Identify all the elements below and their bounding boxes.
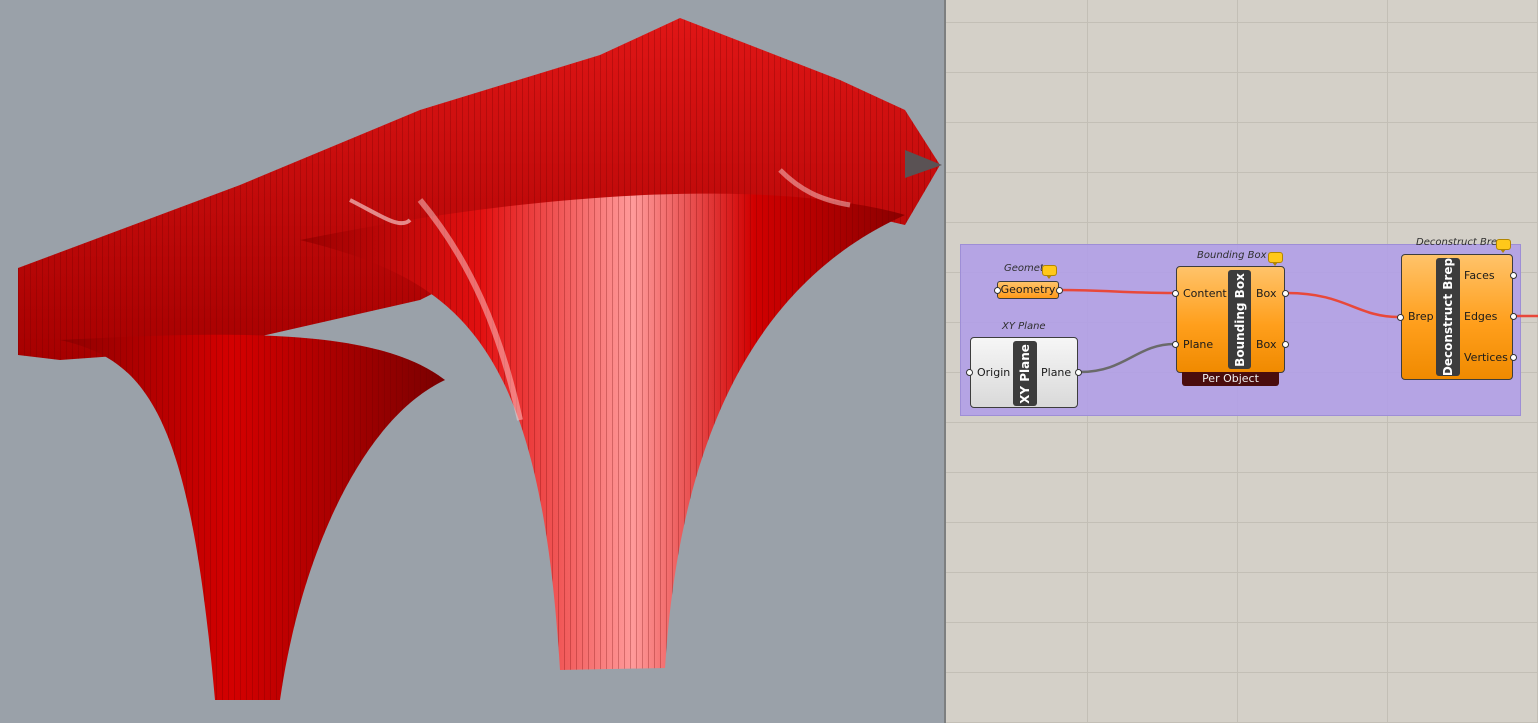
grasshopper-canvas[interactable]: Geomet Geometry XY Plane Origin XY Plane… bbox=[946, 0, 1538, 723]
bounding-box-plane-grip[interactable] bbox=[1172, 341, 1179, 348]
rhino-viewport[interactable] bbox=[0, 0, 944, 723]
bounding-box-box-grip-1[interactable] bbox=[1282, 290, 1289, 297]
deconstruct-brep-title: Deconstruct Brep bbox=[1416, 237, 1504, 248]
bounding-box-title: Bounding Box bbox=[1197, 250, 1267, 261]
xy-plane-component[interactable]: Origin XY Plane Plane bbox=[970, 337, 1078, 408]
deconstruct-brep-faces-grip[interactable] bbox=[1510, 272, 1517, 279]
deconstruct-brep-faces-port: Faces bbox=[1464, 269, 1495, 282]
bounding-box-plane-port: Plane bbox=[1183, 338, 1214, 351]
deconstruct-brep-vertices-grip[interactable] bbox=[1510, 354, 1517, 361]
red-geometry-model bbox=[18, 18, 942, 700]
deconstruct-brep-message-icon[interactable] bbox=[1496, 239, 1511, 253]
wire-box-brep bbox=[1286, 291, 1400, 319]
xy-plane-output-grip[interactable] bbox=[1075, 369, 1082, 376]
bounding-box-box-grip-2[interactable] bbox=[1282, 341, 1289, 348]
wire-plane-plane bbox=[1079, 342, 1176, 374]
deconstruct-brep-edges-port: Edges bbox=[1464, 310, 1498, 323]
bounding-box-nickname: Bounding Box bbox=[1228, 270, 1251, 369]
bounding-box-box-port-2: Box bbox=[1256, 338, 1277, 351]
deconstruct-brep-nickname: Deconstruct Brep bbox=[1436, 258, 1460, 376]
geometry-message-icon[interactable] bbox=[1042, 265, 1057, 279]
xy-plane-input-grip[interactable] bbox=[966, 369, 973, 376]
xy-plane-nickname: XY Plane bbox=[1013, 341, 1037, 406]
geometry-param[interactable]: Geometry bbox=[997, 281, 1059, 299]
wire-geometry-content bbox=[1060, 288, 1176, 295]
bounding-box-mode-tag[interactable]: Per Object bbox=[1182, 372, 1279, 386]
xy-plane-plane-port: Plane bbox=[1041, 366, 1072, 379]
geometry-input-grip[interactable] bbox=[994, 287, 1001, 294]
xy-plane-title: XY Plane bbox=[1002, 321, 1046, 332]
deconstruct-brep-vertices-port: Vertices bbox=[1464, 351, 1508, 364]
geometry-output-grip[interactable] bbox=[1056, 287, 1063, 294]
bounding-box-message-icon[interactable] bbox=[1268, 252, 1283, 266]
deconstruct-brep-component[interactable]: Brep Deconstruct Brep Faces Edges Vertic… bbox=[1401, 254, 1513, 380]
geometry-title: Geomet bbox=[1004, 263, 1044, 274]
deconstruct-brep-brep-grip[interactable] bbox=[1397, 314, 1404, 321]
xy-plane-origin-port: Origin bbox=[977, 366, 1011, 379]
bounding-box-box-port-1: Box bbox=[1256, 287, 1277, 300]
deconstruct-brep-brep-port: Brep bbox=[1408, 310, 1434, 323]
bounding-box-component[interactable]: Content Plane Bounding Box Box Box bbox=[1176, 266, 1285, 373]
deconstruct-brep-edges-grip[interactable] bbox=[1510, 313, 1517, 320]
bounding-box-content-grip[interactable] bbox=[1172, 290, 1179, 297]
bounding-box-content-port: Content bbox=[1183, 287, 1227, 300]
